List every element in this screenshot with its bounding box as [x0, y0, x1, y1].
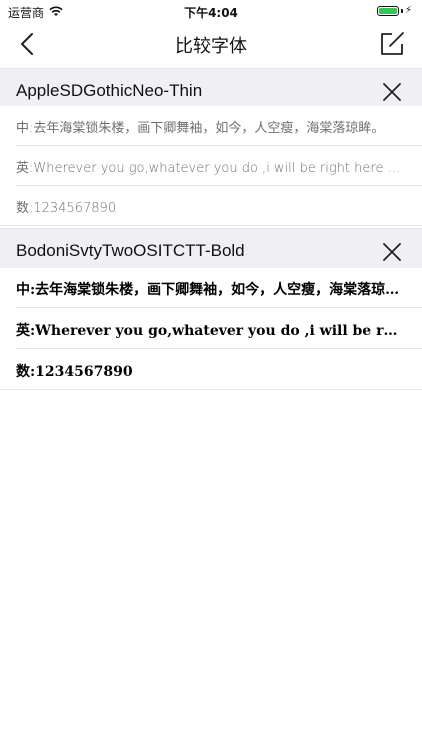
sample-row-numbers: 数:1234567890: [0, 350, 422, 390]
remove-font-button[interactable]: [382, 82, 402, 102]
sample-text: 数:1234567890: [16, 364, 133, 380]
status-time: 下午4:04: [184, 6, 238, 20]
sample-text: 英:Wherever you go,whatever you do ,i wil…: [16, 161, 402, 176]
sample-row-english: 英:Wherever you go,whatever you do ,i wil…: [0, 309, 422, 349]
font-name: BodoniSvtyTwoOSITCTT-Bold: [16, 241, 245, 260]
edit-square-icon: [381, 32, 404, 55]
close-icon: [383, 83, 401, 101]
sample-row-chinese: 中:去年海棠锁朱楼，画下卿舞袖，如今，人空瘦，海棠落琼眸。: [0, 268, 422, 308]
edit-button[interactable]: [378, 30, 406, 58]
battery-icon: ⚡: [376, 5, 412, 16]
status-bar: 运营商 下午4:04 ⚡: [0, 0, 422, 22]
remove-font-button[interactable]: [382, 242, 402, 262]
sample-text: 中:去年海棠锁朱楼，画下卿舞袖，如今，人空瘦，海棠落琼眸。: [16, 282, 402, 298]
sample-row-numbers: 数:1234567890: [0, 186, 422, 226]
charging-icon: ⚡: [404, 5, 412, 16]
sample-row-english: 英:Wherever you go,whatever you do ,i wil…: [0, 146, 422, 186]
sample-text: 数:1234567890: [16, 201, 117, 216]
sample-text: 英:Wherever you go,whatever you do ,i wil…: [16, 323, 402, 339]
font-name: AppleSDGothicNeo-Thin: [16, 81, 203, 100]
sample-text: 中:去年海棠锁朱楼，画下卿舞袖，如今，人空瘦，海棠落琼眸。: [16, 121, 385, 136]
font-section-header: BodoniSvtyTwoOSITCTT-Bold: [0, 228, 422, 272]
navigation-bar: 比较字体: [0, 22, 422, 66]
page-title: 比较字体: [175, 36, 247, 57]
close-icon: [383, 243, 401, 261]
sample-row-chinese: 中:去年海棠锁朱楼，画下卿舞袖，如今，人空瘦，海棠落琼眸。: [0, 106, 422, 146]
